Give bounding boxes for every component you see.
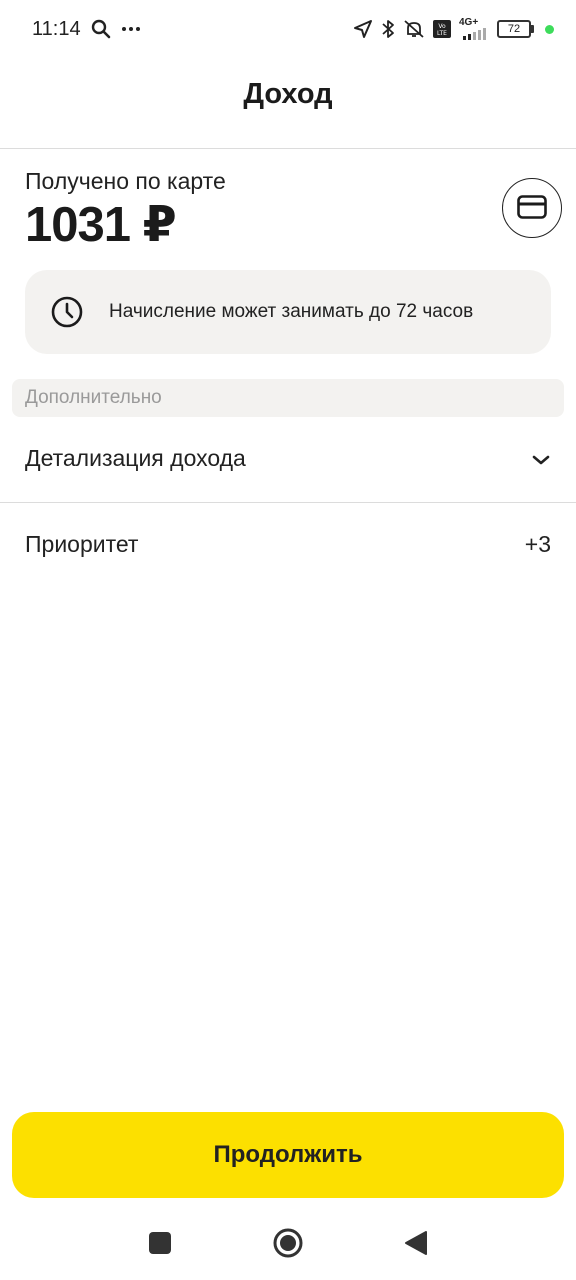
location-icon bbox=[353, 19, 373, 39]
section-header-additional: Дополнительно bbox=[12, 379, 564, 417]
status-time: 11:14 bbox=[32, 17, 81, 40]
signal-icon: 4G+ bbox=[459, 18, 489, 40]
priority-row: Приоритет +3 bbox=[0, 514, 576, 574]
network-type: 4G+ bbox=[459, 17, 479, 28]
svg-text:Vo: Vo bbox=[438, 23, 446, 30]
active-dot bbox=[545, 24, 554, 34]
svg-text:LTE: LTE bbox=[437, 30, 447, 37]
notice-text: Начисление может занимать до 72 часов bbox=[109, 301, 474, 322]
income-details-label: Детализация дохода bbox=[25, 444, 246, 471]
volte-icon: Vo LTE bbox=[433, 20, 451, 38]
chevron-down-icon bbox=[531, 445, 551, 472]
back-button[interactable] bbox=[404, 1230, 428, 1261]
header-divider bbox=[0, 148, 576, 149]
continue-button[interactable]: Продолжить bbox=[12, 1112, 564, 1198]
priority-value: +3 bbox=[524, 530, 551, 557]
processing-notice: Начисление может занимать до 72 часов bbox=[25, 270, 551, 354]
battery-icon: 72 bbox=[497, 20, 534, 38]
mute-icon bbox=[403, 19, 425, 39]
priority-label: Приоритет bbox=[25, 530, 139, 557]
recents-button[interactable] bbox=[148, 1231, 172, 1260]
navigation-bar bbox=[0, 1210, 576, 1280]
search-icon bbox=[91, 19, 111, 39]
card-button[interactable] bbox=[502, 178, 562, 238]
status-bar: 11:14 Vo LTE 4G+ 72 bbox=[0, 0, 576, 58]
card-icon bbox=[517, 194, 547, 222]
row-divider bbox=[0, 502, 576, 503]
home-button[interactable] bbox=[272, 1227, 304, 1264]
bluetooth-icon bbox=[381, 19, 395, 39]
page-title: Доход bbox=[243, 78, 333, 110]
income-amount: 1031 ₽ bbox=[25, 198, 177, 252]
income-details-row[interactable]: Детализация дохода bbox=[0, 428, 576, 488]
clock-icon bbox=[50, 295, 84, 329]
received-label: Получено по карте bbox=[25, 168, 226, 194]
more-dots-icon bbox=[121, 26, 141, 32]
